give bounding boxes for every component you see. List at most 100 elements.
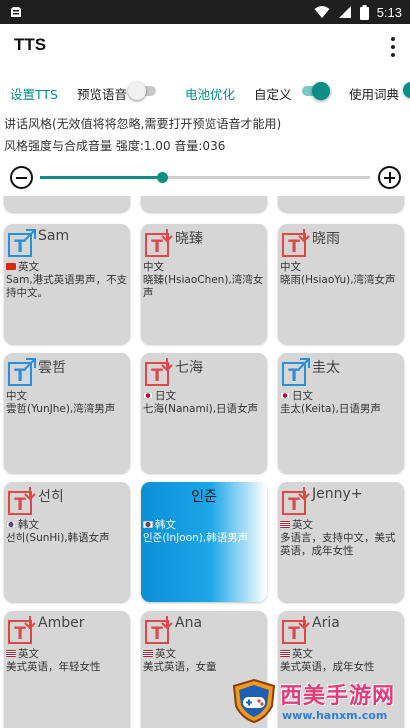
voice-card-sunhi[interactable]: T 선히 韩文 선히(SunHi),韩语女声 xyxy=(4,482,130,602)
voice-name: Sam xyxy=(38,228,70,244)
voice-language: 中文 xyxy=(6,390,27,402)
us-flag-icon xyxy=(280,650,290,657)
voice-card-keita[interactable]: T 圭太 日文 圭太(Keita),日语男声 xyxy=(278,353,404,473)
options-bar: 设置TTS 预览语音 电池优化 自定义 使用词典 xyxy=(0,76,410,108)
voice-card-hsiaochen[interactable]: T 晓臻 中文 晓臻(HsiaoChen),湾湾女声 xyxy=(141,224,267,344)
voice-name: 晓雨 xyxy=(312,231,340,247)
voice-language: 英文 xyxy=(143,648,176,661)
female-voice-icon: T xyxy=(145,616,173,644)
notification-icon xyxy=(11,7,21,17)
voice-card[interactable] xyxy=(4,196,130,212)
speaking-style-text: 讲话风格(无效值将将忽略,需要打开预览语音才能用) xyxy=(4,117,282,131)
minus-circle-icon[interactable] xyxy=(10,166,33,189)
jp-flag-icon xyxy=(143,392,153,399)
wifi-icon xyxy=(314,6,330,18)
female-voice-icon: T xyxy=(145,229,173,257)
tab-setup-tts[interactable]: 设置TTS xyxy=(10,84,58,103)
preview-voice-switch[interactable] xyxy=(128,82,158,100)
voice-card-nanami[interactable]: T 七海 日文 七海(Nanami),日语女声 xyxy=(141,353,267,473)
voice-description: 美式英语，年轻女性 xyxy=(6,661,101,673)
kr-flag-icon xyxy=(143,521,153,528)
male-voice-icon: T xyxy=(8,229,36,257)
voice-language: 中文 xyxy=(143,261,164,273)
voice-name: 인준 xyxy=(191,489,217,505)
voice-card-jenny-plus[interactable]: T Jenny+ 英文 多语言，支持中文，美式英语，成年女性 xyxy=(278,482,404,602)
svg-text:T: T xyxy=(151,237,163,257)
voice-name: 晓臻 xyxy=(175,231,203,247)
status-icons: 5:13 xyxy=(314,0,402,24)
voice-name: 선히 xyxy=(38,489,64,505)
jp-flag-icon xyxy=(280,392,290,399)
voice-grid: T Sam 英文 Sam,港式英语男声，不支持中文。 T 晓臻 中文 晓臻(Hs… xyxy=(0,196,410,728)
voice-language: 英文 xyxy=(280,519,313,532)
svg-text:T: T xyxy=(288,495,300,515)
svg-text:T: T xyxy=(151,366,163,386)
style-strength-text: 风格强度与合成音量 强度:1.00 音量:036 xyxy=(4,139,226,153)
voice-description: 圭太(Keita),日语男声 xyxy=(280,403,381,415)
voice-language: 英文 xyxy=(6,261,39,274)
watermark-url: www.hanxm.com xyxy=(282,709,388,722)
svg-text:T: T xyxy=(288,237,300,257)
voice-card-sam[interactable]: T Sam 英文 Sam,港式英语男声，不支持中文。 xyxy=(4,224,130,344)
signal-icon xyxy=(338,6,351,18)
voice-description: 晓雨(HsiaoYu),湾湾女声 xyxy=(280,274,396,286)
voice-card-injoon-selected[interactable]: 인준 韩文 인준(InJoon),韩语男声 xyxy=(141,482,267,602)
voice-name: 雲哲 xyxy=(38,360,66,376)
clock: 5:13 xyxy=(376,4,402,20)
voice-language: 韩文 xyxy=(143,519,176,532)
voice-language: 日文 xyxy=(280,390,313,403)
strength-slider-row xyxy=(0,164,410,192)
voice-card-yunjhe[interactable]: T 雲哲 中文 雲哲(YunJhe),湾湾男声 xyxy=(4,353,130,473)
voice-description: 인준(InJoon),韩语男声 xyxy=(143,532,249,544)
female-voice-icon: T xyxy=(145,358,173,386)
voice-name: 七海 xyxy=(175,360,203,376)
overflow-menu-icon[interactable] xyxy=(390,37,396,57)
svg-text:T: T xyxy=(14,237,26,257)
voice-description: 七海(Nanami),日语女声 xyxy=(143,403,259,415)
voice-card[interactable] xyxy=(141,196,267,212)
voice-language: 韩文 xyxy=(6,519,39,532)
slider-thumb[interactable] xyxy=(157,172,169,183)
plus-circle-icon[interactable] xyxy=(378,166,401,189)
custom-label: 自定义 xyxy=(254,87,292,102)
svg-text:T: T xyxy=(151,624,163,644)
watermark: 西美手游网 www.hanxm.com xyxy=(230,676,410,728)
use-dictionary-label: 使用词典 xyxy=(349,87,400,102)
voice-name: 圭太 xyxy=(312,360,340,376)
voice-card-amber[interactable]: T Amber 英文 美式英语，年轻女性 xyxy=(4,611,130,728)
strength-slider[interactable] xyxy=(40,172,370,183)
gamepad-shield-icon xyxy=(232,678,276,724)
voice-description: 多语言，支持中文，美式英语，成年女性 xyxy=(280,532,396,557)
svg-text:T: T xyxy=(14,495,26,515)
page-title: TTS xyxy=(14,35,47,54)
voice-name: Amber xyxy=(38,615,85,631)
voice-description: Sam,港式英语男声，不支持中文。 xyxy=(6,274,128,299)
slider-fill xyxy=(40,176,163,179)
us-flag-icon xyxy=(280,521,290,528)
voice-language: 日文 xyxy=(143,390,176,403)
female-voice-icon: T xyxy=(8,487,36,515)
svg-text:T: T xyxy=(14,366,26,386)
voice-language: 中文 xyxy=(280,261,301,273)
voice-card[interactable] xyxy=(278,196,404,212)
watermark-title: 西美手游网 xyxy=(280,684,396,709)
hk-flag-icon xyxy=(6,263,16,270)
voice-language: 英文 xyxy=(280,648,313,661)
custom-switch[interactable] xyxy=(300,82,330,100)
voice-language: 英文 xyxy=(6,648,39,661)
svg-text:T: T xyxy=(14,624,26,644)
use-dictionary-switch[interactable] xyxy=(403,82,410,98)
tab-battery-optimization[interactable]: 电池优化 xyxy=(185,84,235,103)
kr-flag-icon xyxy=(6,521,16,528)
voice-description: 선히(SunHi),韩语女声 xyxy=(6,532,110,544)
female-voice-icon: T xyxy=(282,229,310,257)
svg-text:T: T xyxy=(288,366,300,386)
preview-voice-label: 预览语音 xyxy=(77,87,128,102)
voice-name: Aria xyxy=(312,615,340,631)
voice-description: 晓臻(HsiaoChen),湾湾女声 xyxy=(143,274,264,299)
battery-icon xyxy=(359,4,369,20)
voice-name: Jenny+ xyxy=(312,486,363,502)
app-bar: TTS xyxy=(0,24,410,70)
us-flag-icon xyxy=(143,650,153,657)
voice-card-hsiaoyu[interactable]: T 晓雨 中文 晓雨(HsiaoYu),湾湾女声 xyxy=(278,224,404,344)
